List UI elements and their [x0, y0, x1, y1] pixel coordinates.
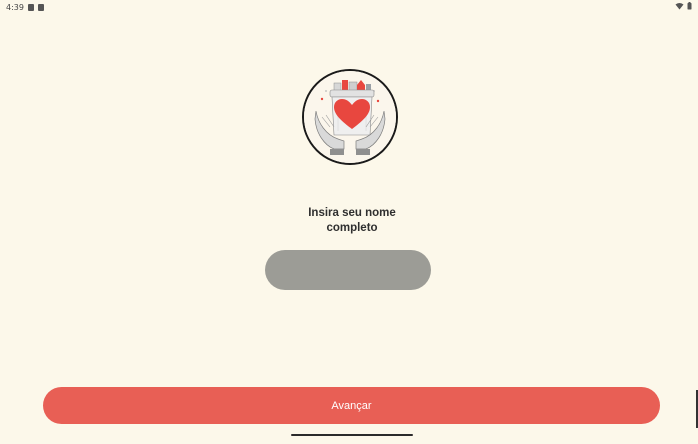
- status-bar: 4:39: [0, 0, 698, 14]
- status-right-icons: [675, 2, 692, 10]
- app-logo: [302, 69, 398, 165]
- navigation-handle[interactable]: [291, 434, 413, 436]
- name-prompt-line-2: completo: [326, 222, 378, 234]
- battery-icon: [687, 2, 692, 10]
- sim-icon: [37, 3, 44, 11]
- status-time: 4:39: [6, 2, 24, 12]
- next-button-label: Avançar: [331, 399, 372, 412]
- notification-icon: [27, 3, 34, 11]
- full-name-input[interactable]: [265, 250, 431, 290]
- hands-holding-heart-icon: [304, 71, 396, 163]
- name-prompt: Insira seu nome completo: [290, 206, 414, 236]
- wifi-icon: [675, 3, 684, 10]
- screen: 4:39 Insira seu nome completo Avançar: [0, 0, 698, 444]
- next-button[interactable]: Avançar: [43, 387, 660, 424]
- name-prompt-line-1: Insira seu nome: [308, 207, 396, 219]
